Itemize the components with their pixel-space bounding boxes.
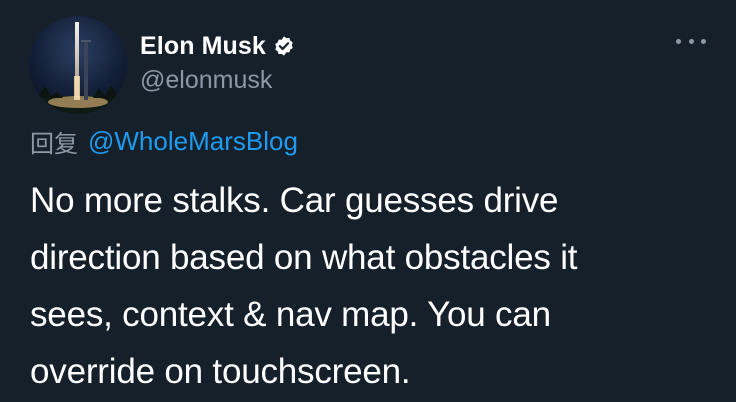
reply-prefix: 回复	[30, 130, 78, 158]
reply-mention-link[interactable]: @WholeMarsBlog	[88, 126, 298, 157]
verified-badge-icon	[273, 35, 295, 57]
reply-context: 回复 @WholeMarsBlog	[30, 124, 298, 159]
avatar[interactable]	[29, 16, 127, 114]
more-options-icon[interactable]	[676, 34, 706, 48]
more-dot	[701, 38, 706, 44]
avatar-image	[29, 16, 127, 114]
tweet-text: No more stalks. Car guesses drive direct…	[30, 181, 578, 391]
author-name-row: Elon Musk	[140, 30, 295, 62]
display-name[interactable]: Elon Musk	[140, 32, 266, 61]
tweet-card: Elon Musk @elonmusk 回复 @WholeMarsBlog No…	[0, 0, 736, 402]
author-handle[interactable]: @elonmusk	[140, 66, 272, 95]
more-dot	[676, 38, 681, 44]
more-dot	[688, 38, 694, 44]
